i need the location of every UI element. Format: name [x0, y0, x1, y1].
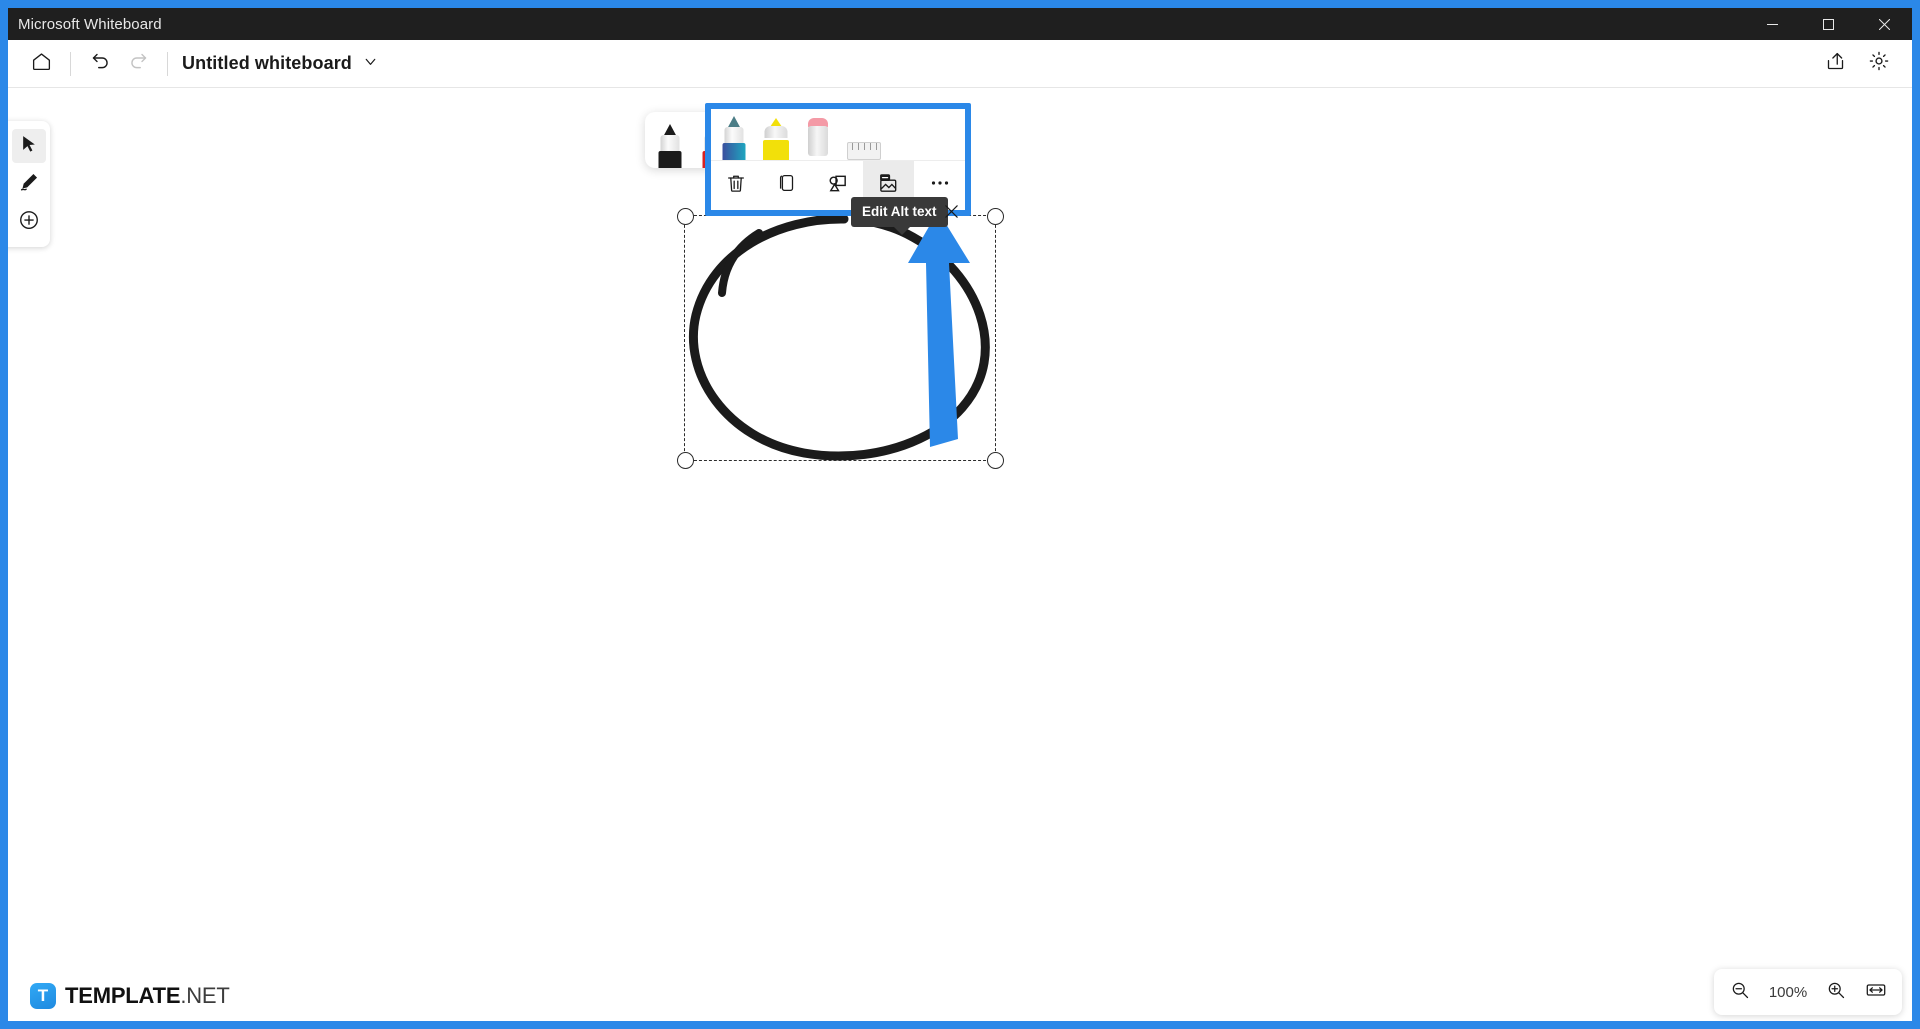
resize-handle-top-right[interactable]: [986, 207, 1004, 225]
maximize-button[interactable]: [1800, 8, 1856, 40]
tooltip-close-button[interactable]: [936, 199, 966, 229]
fit-to-width-icon: [1865, 979, 1887, 1006]
sidebar-item-select[interactable]: [12, 129, 46, 163]
settings-button[interactable]: [1860, 45, 1898, 83]
divider: [167, 51, 168, 76]
sidebar-item-create[interactable]: [12, 205, 46, 239]
chevron-down-icon[interactable]: [362, 53, 379, 75]
resize-handle-bottom-left[interactable]: [676, 451, 694, 469]
zoom-in-icon: [1826, 980, 1846, 1005]
window-controls: [1744, 8, 1912, 40]
window-title: Microsoft Whiteboard: [18, 15, 162, 33]
divider: [70, 51, 71, 76]
duplicate-icon: [776, 172, 798, 199]
alt-text-image-icon: [877, 172, 900, 200]
cursor-arrow-icon: [19, 134, 39, 159]
ruler-tool[interactable]: [847, 142, 881, 160]
board-title-group[interactable]: Untitled whiteboard: [182, 53, 379, 75]
resize-handle-top-left[interactable]: [676, 207, 694, 225]
command-bar: Untitled whiteboard: [8, 40, 1912, 88]
app-window: Microsoft Whiteboard Untitled whiteboard…: [8, 8, 1912, 1021]
zoom-in-button[interactable]: [1816, 972, 1856, 1012]
pen-icon: [19, 171, 40, 197]
undo-button[interactable]: [81, 45, 119, 83]
eraser-tool[interactable]: [805, 116, 831, 160]
resize-handle-bottom-right[interactable]: [986, 451, 1004, 469]
close-button[interactable]: [1856, 8, 1912, 40]
more-horizontal-icon: [928, 171, 952, 200]
close-icon: [1878, 18, 1890, 30]
watermark-tld: .NET: [180, 983, 230, 1008]
minimize-button[interactable]: [1744, 8, 1800, 40]
context-pen-row: [711, 109, 965, 161]
home-button[interactable]: [22, 45, 60, 83]
fit-to-width-button[interactable]: [1856, 972, 1896, 1012]
ink-to-shape-icon: [826, 172, 849, 200]
selection-context-toolbar: [711, 109, 965, 210]
redo-button[interactable]: [119, 45, 157, 83]
pen-black[interactable]: [657, 124, 683, 168]
title-bar: Microsoft Whiteboard: [8, 8, 1912, 40]
tooltip-edit-alt-text: Edit Alt text: [851, 197, 948, 235]
share-button[interactable]: [1816, 45, 1854, 83]
gear-icon: [1868, 50, 1890, 77]
zoom-control-bar: 100%: [1714, 969, 1902, 1015]
share-icon: [1825, 51, 1846, 77]
whiteboard-canvas[interactable]: Edit Alt text 100% T TEMPLATE.NET: [8, 89, 1912, 1021]
watermark: T TEMPLATE.NET: [30, 983, 230, 1009]
screenshot-frame: Microsoft Whiteboard Untitled whiteboard…: [0, 0, 1920, 1029]
template-net-logo-icon: T: [30, 983, 56, 1009]
home-icon: [31, 51, 52, 77]
minimize-icon: [1766, 19, 1778, 30]
redo-icon: [128, 51, 149, 77]
tool-rail: [8, 121, 50, 247]
annotation-arrow: [908, 211, 978, 447]
trash-icon: [725, 172, 747, 199]
plus-circle-icon: [18, 209, 40, 236]
delete-button[interactable]: [711, 161, 762, 210]
sidebar-item-inking[interactable]: [12, 167, 46, 201]
zoom-level-label: 100%: [1768, 983, 1808, 1001]
zoom-out-icon: [1730, 980, 1750, 1005]
command-bar-right: [1816, 45, 1898, 83]
watermark-text: TEMPLATE.NET: [65, 983, 230, 1009]
close-icon: [943, 203, 960, 225]
watermark-name: TEMPLATE: [65, 983, 181, 1008]
undo-icon: [90, 51, 111, 77]
zoom-out-button[interactable]: [1720, 972, 1760, 1012]
pen-blue[interactable]: [721, 116, 747, 160]
highlighter-yellow[interactable]: [763, 116, 789, 160]
maximize-icon: [1822, 18, 1834, 30]
board-title: Untitled whiteboard: [182, 53, 352, 73]
duplicate-button[interactable]: [762, 161, 813, 210]
